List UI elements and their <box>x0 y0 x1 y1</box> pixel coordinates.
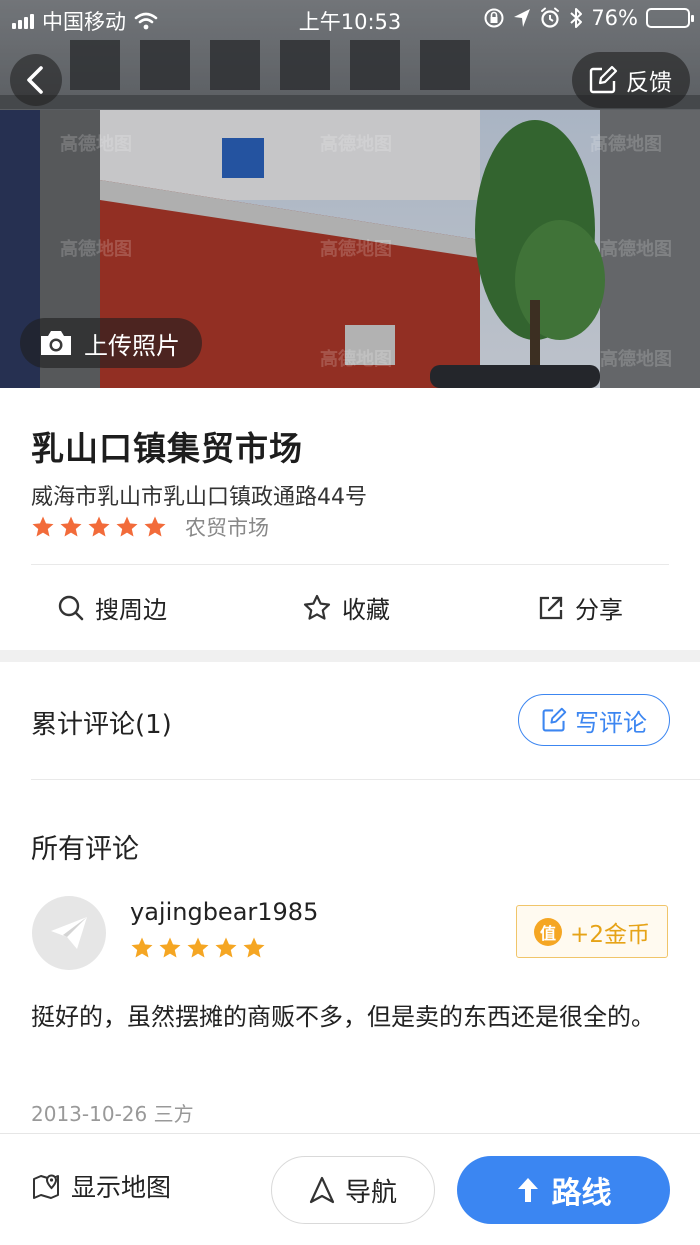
search-icon <box>58 595 84 620</box>
poi-address: 威海市乳山市乳山口镇政通路44号 <box>31 485 367 510</box>
coin-reward-label: +2金币 <box>570 921 650 948</box>
svg-text:高德地图: 高德地图 <box>60 238 132 260</box>
star-icon <box>131 937 153 958</box>
battery-icon <box>646 8 694 28</box>
edit-icon <box>589 65 618 94</box>
coin-reward-badge: 值 +2金币 <box>516 905 668 958</box>
star-icon <box>243 937 265 958</box>
map-pin-icon <box>33 1174 59 1199</box>
star-icon <box>187 937 209 958</box>
upload-photo-button[interactable]: 上传照片 <box>20 318 202 368</box>
route-arrow-icon <box>517 1178 538 1202</box>
share-icon <box>539 596 563 619</box>
review-count: 累计评论(1) <box>31 710 172 740</box>
review-rating-stars <box>130 936 266 960</box>
star-icon <box>215 937 237 958</box>
navigation-arrow-icon <box>309 1176 335 1204</box>
poi-category: 农贸市场 <box>185 516 269 540</box>
battery-percent: 76% <box>591 6 638 30</box>
upload-photo-label: 上传照片 <box>84 331 180 360</box>
review-username[interactable]: yajingbear1985 <box>130 898 318 926</box>
review-text: 挺好的，虽然摆摊的商贩不多，但是卖的东西还是很全的。 <box>31 1003 655 1031</box>
camera-icon <box>41 331 71 355</box>
divider <box>31 779 700 780</box>
status-bar: 中国移动 上午10:53 76% <box>0 0 700 38</box>
feedback-label: 反馈 <box>626 70 672 96</box>
bluetooth-icon <box>570 8 583 28</box>
section-gap <box>0 650 700 662</box>
location-arrow-icon <box>514 9 531 27</box>
favorite-label: 收藏 <box>342 596 390 624</box>
share-button[interactable]: 分享 <box>537 565 623 650</box>
poi-name: 乳山口镇集贸市场 <box>31 429 303 468</box>
bottom-action-bar: 显示地图 导航 路线 <box>0 1133 700 1245</box>
show-map-label: 显示地图 <box>71 1173 172 1202</box>
edit-icon <box>542 707 567 732</box>
svg-text:高德地图: 高德地图 <box>320 348 392 370</box>
show-map-button[interactable]: 显示地图 <box>31 1168 171 1204</box>
route-button[interactable]: 路线 <box>457 1156 670 1224</box>
poi-info-card: 乳山口镇集贸市场 威海市乳山市乳山口镇政通路44号 农贸市场 搜周边 收藏 分享 <box>0 388 700 650</box>
svg-text:高德地图: 高德地图 <box>590 133 662 155</box>
star-icon <box>32 516 54 537</box>
review-date-source: 2013-10-26 三方 <box>31 1102 194 1126</box>
poi-photo-header[interactable]: 高德地图 高德地图 高德地图 高德地图 高德地图 高德地图 高德地图 高德地图 … <box>0 0 700 388</box>
star-icon <box>144 516 166 537</box>
all-reviews-title: 所有评论 <box>31 834 139 865</box>
search-nearby-label: 搜周边 <box>95 596 167 624</box>
star-icon <box>60 516 82 537</box>
write-review-button[interactable]: 写评论 <box>518 694 670 746</box>
svg-text:高德地图: 高德地图 <box>600 348 672 370</box>
action-bar: 搜周边 收藏 分享 <box>0 565 700 650</box>
star-icon <box>159 937 181 958</box>
alarm-icon <box>541 7 560 28</box>
navigate-label: 导航 <box>344 1177 397 1208</box>
navigate-button[interactable]: 导航 <box>271 1156 435 1224</box>
coin-icon: 值 <box>534 917 563 946</box>
avatar[interactable] <box>32 896 106 970</box>
feedback-button[interactable]: 反馈 <box>572 52 690 108</box>
search-nearby-button[interactable]: 搜周边 <box>57 565 167 650</box>
lock-rotation-icon <box>484 8 504 28</box>
paper-plane-icon <box>51 917 87 949</box>
svg-text:高德地图: 高德地图 <box>600 238 672 260</box>
svg-text:高德地图: 高德地图 <box>60 133 132 155</box>
route-label: 路线 <box>551 1176 612 1211</box>
write-review-label: 写评论 <box>575 708 647 737</box>
star-icon <box>116 516 138 537</box>
svg-text:高德地图: 高德地图 <box>320 238 392 260</box>
poi-rating-stars <box>31 515 167 539</box>
back-arrow-icon <box>27 66 43 94</box>
star-icon <box>88 516 110 537</box>
svg-text:高德地图: 高德地图 <box>320 133 392 155</box>
share-label: 分享 <box>575 596 623 624</box>
star-outline-icon <box>303 594 331 620</box>
reviews-section: 累计评论(1) 写评论 所有评论 yajingbear1985 值 +2金币 挺… <box>0 662 700 1132</box>
favorite-button[interactable]: 收藏 <box>302 565 390 650</box>
back-button[interactable] <box>10 54 62 106</box>
